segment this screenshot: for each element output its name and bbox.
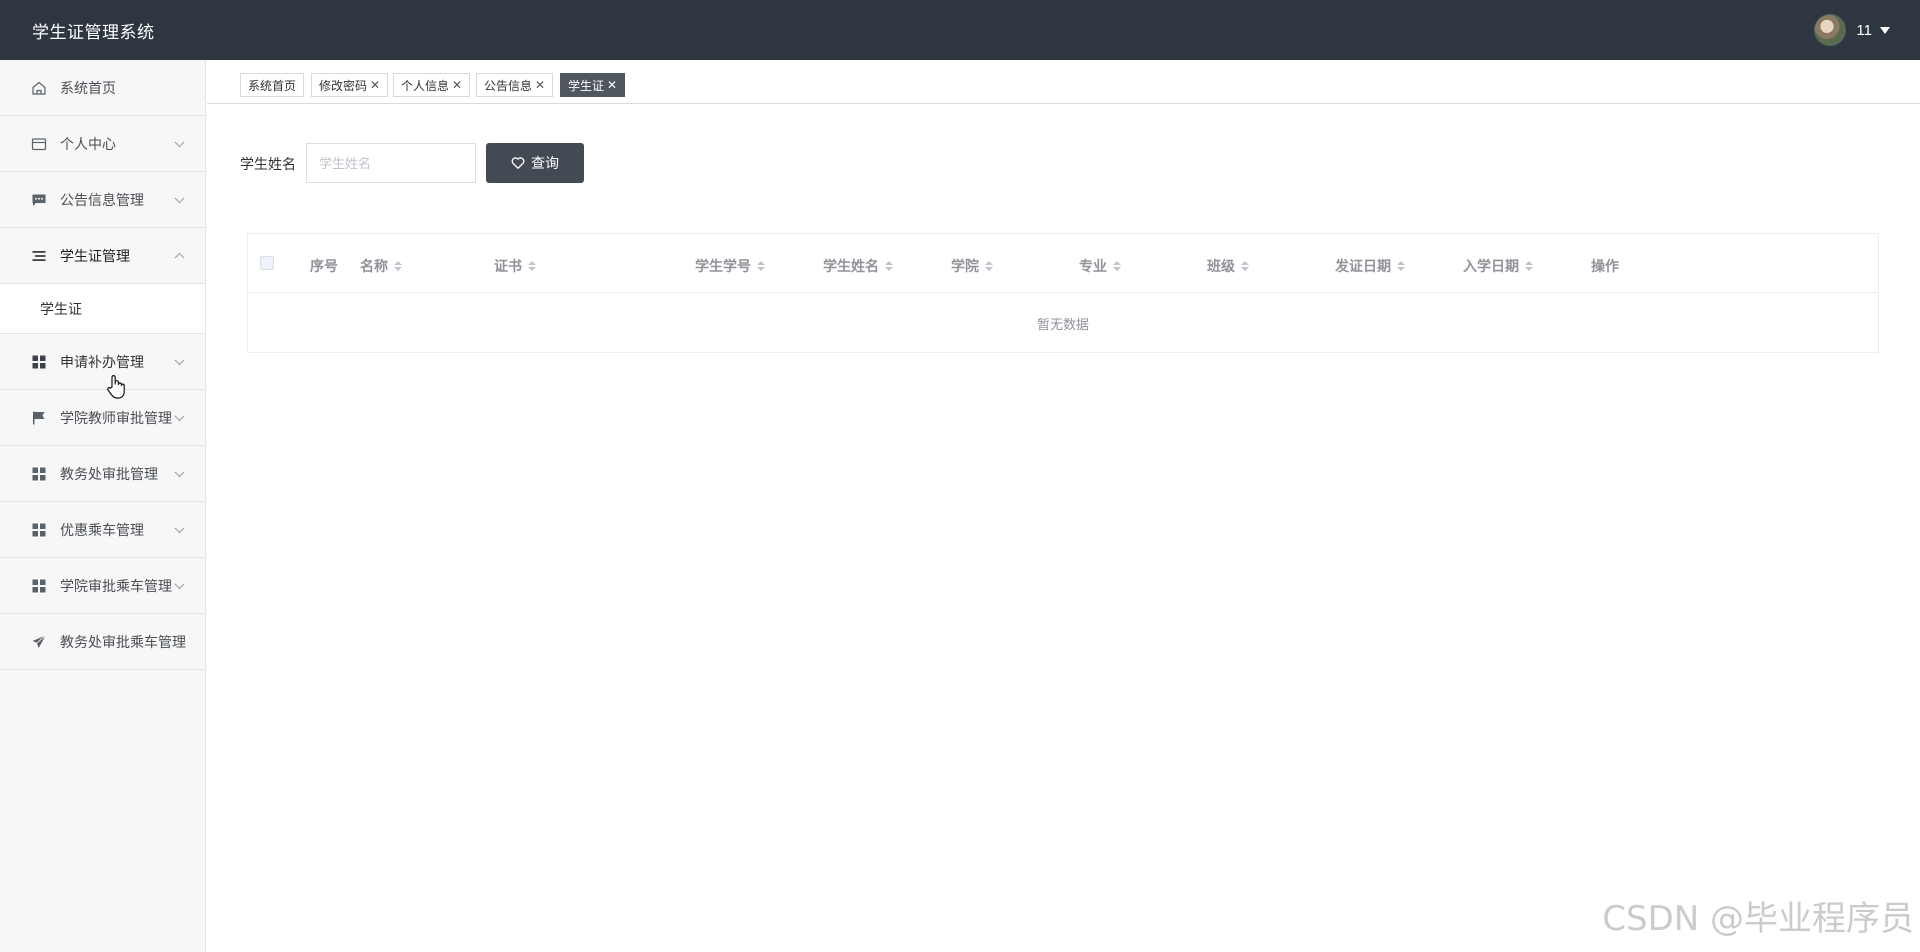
tab-label: 系统首页 [248,78,297,93]
tab-bar: 系统首页 修改密码 ✕ 个人信息 ✕ 公告信息 ✕ 学生证 ✕ [207,60,1920,104]
sidebar-item-reissue[interactable]: 申请补办管理 [0,334,205,390]
search-label: 学生姓名 [240,156,296,172]
sidebar-item-personal-center[interactable]: 个人中心 [0,116,205,172]
sidebar-subitem-student-card[interactable]: 学生证 [0,284,205,334]
sidebar-item-notice[interactable]: 公告信息管理 [0,172,205,228]
sort-icon[interactable] [1397,261,1405,271]
username: 11 [1856,21,1872,39]
column-header-student-number[interactable]: 学生学号 [695,256,765,276]
sort-icon[interactable] [1113,261,1121,271]
select-all-checkbox[interactable] [260,256,274,270]
sort-icon[interactable] [394,261,402,271]
chevron-up-icon [174,252,185,263]
sidebar-item-college-ride-approval[interactable]: 学院审批乘车管理 [0,558,205,614]
sidebar-item-label: 教务处审批管理 [60,465,158,482]
send-icon [32,634,46,648]
chevron-down-icon [174,354,185,365]
close-icon[interactable]: ✕ [535,78,545,92]
sidebar-item-home[interactable]: 系统首页 [0,60,205,116]
close-icon[interactable]: ✕ [370,78,380,92]
sidebar-subitem-label: 学生证 [40,300,82,317]
search-button[interactable]: 查询 [486,143,584,183]
sort-icon[interactable] [885,261,893,271]
watermark: CSDN @毕业程序员 [1602,899,1914,939]
column-header-enrollment-date[interactable]: 入学日期 [1463,256,1533,276]
home-icon [32,81,46,95]
tab-personal-info[interactable]: 个人信息 ✕ [393,73,471,97]
avatar[interactable] [1814,14,1847,46]
sort-icon[interactable] [1525,261,1533,271]
top-bar: 学生证管理系统 11 [0,0,1920,60]
grid-icon [32,579,46,592]
sidebar-item-discount-ride[interactable]: 优惠乘车管理 [0,502,205,558]
hand-cursor-icon [107,375,125,399]
sidebar-item-label: 个人中心 [60,135,116,152]
column-header-college[interactable]: 学院 [951,256,993,276]
tab-student-card[interactable]: 学生证 ✕ [560,73,626,97]
student-name-input[interactable] [306,143,476,183]
list-icon [32,250,46,261]
sidebar-item-label: 优惠乘车管理 [60,521,144,538]
empty-state: 暂无数据 [1036,316,1089,332]
card-icon [31,137,47,150]
sidebar-item-student-card[interactable]: 学生证管理 [0,228,205,284]
column-header-actions: 操作 [1591,258,1619,274]
chevron-down-icon [174,192,185,203]
app-title: 学生证管理系统 [32,22,155,42]
chevron-down-icon [174,136,185,147]
grid-icon [32,467,46,480]
sidebar-item-academic-ride-approval[interactable]: 教务处审批乘车管理 [0,614,205,670]
search-button-label: 查询 [531,155,559,171]
sidebar-item-teacher-approval[interactable]: 学院教师审批管理 [0,390,205,446]
sort-icon[interactable] [985,261,993,271]
flag-icon [33,411,45,424]
chevron-down-icon [174,410,185,421]
column-header-name[interactable]: 名称 [360,256,402,276]
sort-icon[interactable] [1241,261,1249,271]
tab-label: 个人信息 [401,78,450,93]
tab-change-password[interactable]: 修改密码 ✕ [311,73,389,97]
caret-down-icon[interactable] [1880,26,1890,34]
sort-icon[interactable] [757,261,765,271]
sidebar: 系统首页 个人中心 公告信息管理 学生证管理 学生证 申请补办管理 学院教师审批… [0,60,206,952]
tab-home[interactable]: 系统首页 [240,73,305,97]
sidebar-item-label: 学院教师审批管理 [60,409,172,426]
column-header-index: 序号 [310,258,338,274]
close-icon[interactable]: ✕ [607,78,617,92]
sidebar-item-label: 系统首页 [60,79,116,96]
sidebar-item-label: 学院审批乘车管理 [60,577,172,594]
student-card-table: 序号 名称 证书 学生学号 学生姓名 学院 专业 班级 发证日期 入学日期 操作… [247,233,1879,353]
sidebar-item-label: 公告信息管理 [60,191,144,208]
column-header-student-name[interactable]: 学生姓名 [823,256,893,276]
chevron-down-icon [174,578,185,589]
tab-label: 修改密码 [319,78,368,93]
column-header-major[interactable]: 专业 [1079,256,1121,276]
tab-notice-info[interactable]: 公告信息 ✕ [476,73,554,97]
tab-label: 学生证 [568,78,605,93]
column-header-class[interactable]: 班级 [1207,256,1249,276]
column-header-issue-date[interactable]: 发证日期 [1335,256,1405,276]
grid-icon [32,523,46,536]
chevron-down-icon [174,466,185,477]
message-icon [32,194,46,206]
user-menu[interactable]: 11 [1814,14,1890,46]
main-content: 系统首页 修改密码✕ 个人信息✕ 公告信息✕ 学生证✕ 学生姓名 查询 序号 名… [207,60,1920,952]
sidebar-item-academic-approval[interactable]: 教务处审批管理 [0,446,205,502]
table-header: 序号 名称 证书 学生学号 学生姓名 学院 专业 班级 发证日期 入学日期 操作 [248,234,1878,293]
chevron-down-icon [174,522,185,533]
sort-icon[interactable] [528,261,536,271]
heart-icon [511,157,525,169]
close-icon[interactable]: ✕ [452,78,462,92]
sidebar-item-label: 教务处审批乘车管理 [60,633,186,650]
sidebar-item-label: 申请补办管理 [60,353,144,370]
grid-icon [32,355,46,368]
sidebar-item-label: 学生证管理 [60,247,130,264]
tab-label: 公告信息 [484,78,533,93]
column-header-certificate[interactable]: 证书 [494,256,536,276]
